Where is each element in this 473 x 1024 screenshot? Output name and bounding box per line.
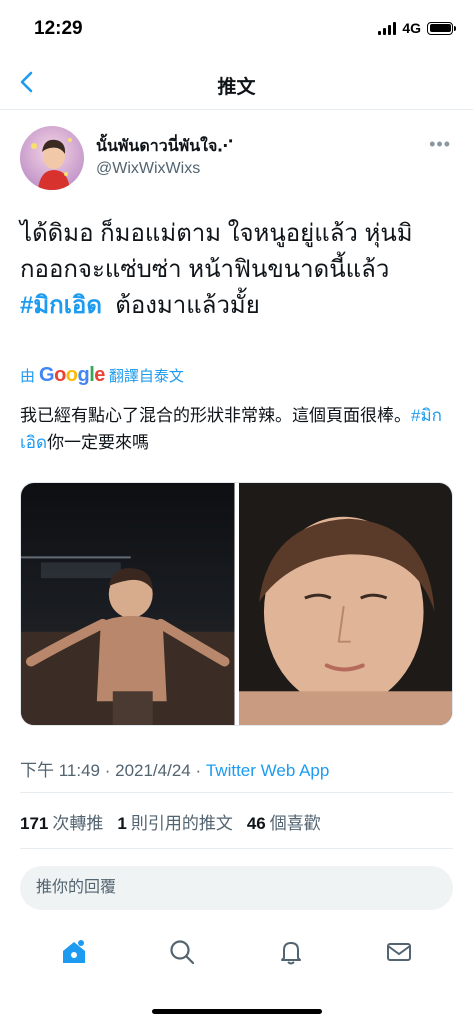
hashtag-link[interactable]: #มิกเอิด — [20, 292, 102, 319]
signal-icon — [378, 21, 397, 35]
tweet-text-line: กออกจะแซ่บซ่า หน้าฟินขนาดนี้แล้ว — [20, 256, 390, 283]
retweets-stat[interactable]: 171 次轉推 — [20, 809, 103, 834]
tweet-stats: 171 次轉推 1 則引用的推文 46 個喜歡 — [20, 809, 321, 834]
quotes-count: 1 — [117, 814, 127, 833]
tweet-text-rest: ต้องมาแล้วมั้ย — [115, 292, 260, 319]
battery-icon — [427, 21, 456, 35]
likes-label: 個喜歡 — [269, 814, 321, 833]
status-time: 12:29 — [34, 18, 83, 39]
more-icon[interactable]: ••• — [429, 134, 451, 155]
search-icon[interactable] — [162, 932, 202, 972]
translate-suffix: 翻譯自泰文 — [108, 368, 184, 385]
translation-part: 你一定要來嗎 — [47, 433, 150, 452]
likes-count: 46 — [246, 814, 266, 833]
translate-prefix: 由 — [20, 368, 36, 385]
divider — [20, 792, 453, 793]
tweet-timestamp: 下午 11:49 · 2021/4/24 · — [20, 761, 206, 780]
page-title: 推文 — [217, 77, 256, 98]
top-nav: 推文 — [0, 58, 473, 110]
media-image-2[interactable] — [238, 483, 452, 725]
translation-text: 我已經有點心了混合的形狀非常辣。這個頁面很棒。#มิกเอิด你一定要來嗎 — [20, 402, 450, 456]
home-icon[interactable] — [54, 932, 94, 972]
media-image-1[interactable] — [21, 483, 235, 725]
retweets-count: 171 — [20, 814, 49, 833]
tweet-text-line: ได้ดิมอ ก็มอแม่ตาม ใจหนูอยู่แล้ว หุ่นมิ — [20, 220, 413, 247]
translation-part: 我已經有點心了混合的形狀非常辣。這個頁面很棒。 — [20, 406, 411, 425]
tweet-media — [20, 482, 453, 726]
translated-by[interactable]: 由 Google 翻譯自泰文 — [20, 364, 184, 387]
tweet-meta: 下午 11:49 · 2021/4/24 · Twitter Web App — [20, 756, 329, 781]
author-name[interactable]: นั้นพันดาวนี่พันใจ⋰ — [96, 134, 233, 159]
avatar[interactable] — [20, 126, 84, 190]
likes-stat[interactable]: 46 個喜歡 — [247, 809, 321, 834]
divider — [20, 848, 453, 849]
retweets-label: 次轉推 — [52, 814, 104, 833]
notifications-icon[interactable] — [271, 932, 311, 972]
quotes-stat[interactable]: 1 則引用的推文 — [117, 809, 232, 834]
reply-input[interactable]: 推你的回覆 — [20, 866, 453, 910]
tweet-author: นั้นพันดาวนี่พันใจ⋰ @WixWixWixs ••• — [20, 126, 453, 190]
google-logo: Google — [39, 364, 105, 386]
status-bar: 12:29 4G — [0, 0, 473, 58]
author-handle[interactable]: @WixWixWixs — [96, 160, 200, 178]
bottom-tab-bar — [0, 924, 473, 980]
messages-icon[interactable] — [379, 932, 419, 972]
quotes-label: 則引用的推文 — [130, 814, 233, 833]
tweet-text-line: #มิกเอิด ต้องมาแล้วมั้ย — [20, 288, 460, 324]
tweet-source[interactable]: Twitter Web App — [206, 761, 329, 780]
status-indicators: 4G — [378, 20, 456, 36]
network-label: 4G — [402, 20, 421, 36]
tweet-text: ได้ดิมอ ก็มอแม่ตาม ใจหนูอยู่แล้ว หุ่นมิ … — [20, 216, 460, 324]
home-indicator — [152, 1009, 322, 1014]
